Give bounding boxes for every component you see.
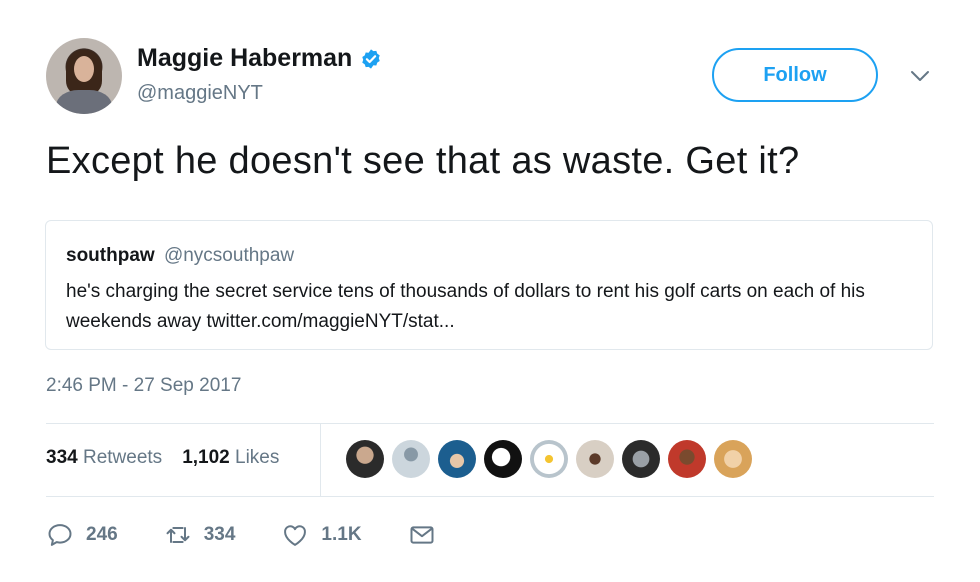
retweet-count: 334 — [203, 524, 236, 545]
quoted-author-name: southpaw — [66, 245, 155, 266]
author-name-row[interactable]: Maggie Haberman — [137, 44, 382, 73]
liker-avatar[interactable] — [530, 440, 568, 478]
author-handle[interactable]: @maggieNYT — [137, 82, 263, 105]
author-name[interactable]: Maggie Haberman — [137, 44, 352, 73]
reply-button[interactable]: 246 — [46, 521, 118, 549]
retweets-stat-label: Retweets — [82, 447, 163, 468]
retweet-icon — [166, 527, 190, 543]
liker-avatar[interactable] — [668, 440, 706, 478]
tweet-stats: 334 Retweets 1,102 Likes — [46, 447, 279, 469]
tweet-actions: 246 334 1.1K — [46, 521, 482, 549]
direct-message-button[interactable] — [408, 521, 436, 549]
liker-avatar[interactable] — [714, 440, 752, 478]
liker-avatar[interactable] — [438, 440, 476, 478]
author-avatar[interactable] — [46, 38, 122, 114]
quoted-tweet-author: southpaw @nycsouthpaw — [66, 245, 294, 267]
verified-badge-icon — [362, 48, 381, 69]
quoted-tweet[interactable]: southpaw @nycsouthpaw he's charging the … — [45, 220, 933, 350]
liker-avatar[interactable] — [622, 440, 660, 478]
quoted-tweet-text: he's charging the secret service tens of… — [66, 281, 865, 332]
follow-button[interactable]: Follow — [712, 48, 878, 102]
envelope-icon — [410, 526, 434, 544]
stats-divider — [320, 424, 321, 496]
retweet-button[interactable]: 334 — [164, 521, 236, 549]
tweet-text: Except he doesn't see that as waste. Get… — [46, 140, 800, 182]
likes-stat[interactable]: 1,102 Likes — [182, 447, 279, 469]
heart-icon — [284, 525, 307, 546]
liker-avatar[interactable] — [392, 440, 430, 478]
chevron-down-icon[interactable] — [908, 66, 932, 86]
retweets-stat-count: 334 — [46, 447, 78, 468]
reply-icon — [48, 524, 72, 546]
divider — [46, 423, 934, 424]
avatar-body — [56, 90, 112, 114]
tweet-timestamp[interactable]: 2:46 PM - 27 Sep 2017 — [46, 375, 241, 397]
liker-avatar[interactable] — [484, 440, 522, 478]
avatar-face — [74, 56, 94, 82]
like-count: 1.1K — [321, 524, 362, 545]
likes-stat-count: 1,102 — [182, 447, 230, 468]
like-button[interactable]: 1.1K — [281, 521, 362, 549]
liker-avatar[interactable] — [576, 440, 614, 478]
reply-count: 246 — [86, 524, 118, 545]
likes-stat-label: Likes — [235, 447, 280, 468]
retweets-stat[interactable]: 334 Retweets — [46, 447, 162, 469]
quoted-author-handle: @nycsouthpaw — [163, 245, 295, 266]
divider — [46, 496, 934, 497]
liker-avatar[interactable] — [346, 440, 384, 478]
liker-avatars — [346, 440, 752, 478]
